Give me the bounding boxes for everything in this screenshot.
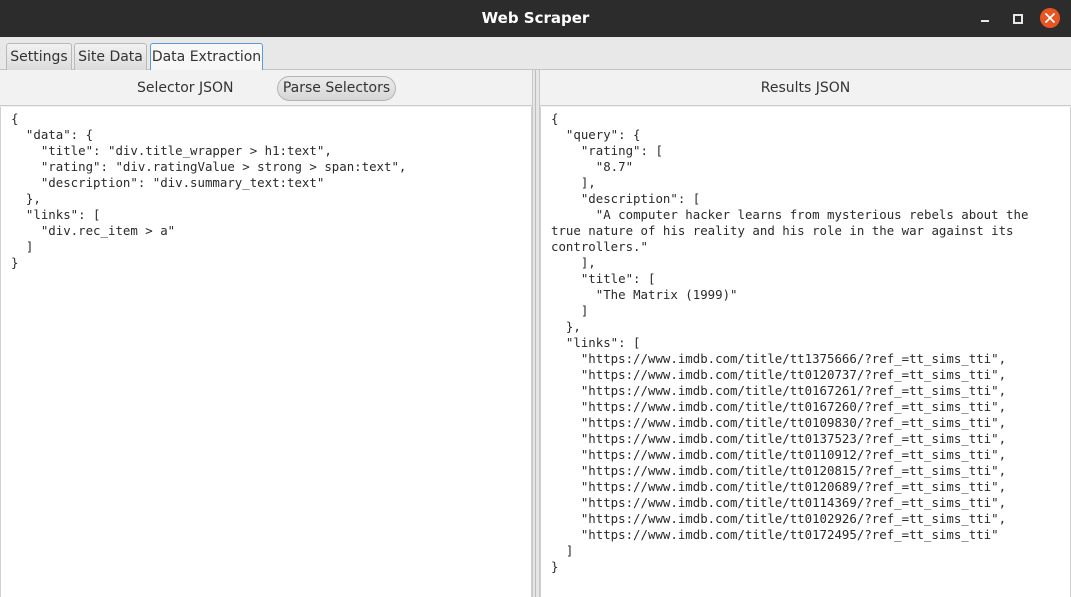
results-json-viewer[interactable]: { "query": { "rating": [ "8.7" ], "descr… (540, 107, 1071, 597)
close-icon[interactable] (1040, 8, 1060, 28)
parse-selectors-button[interactable]: Parse Selectors (277, 76, 396, 101)
split-pane-divider[interactable] (532, 70, 540, 597)
maximize-icon[interactable] (1007, 8, 1027, 28)
minimize-icon[interactable] (975, 8, 995, 28)
results-panel-header: Results JSON (540, 70, 1071, 106)
tab-data-extraction[interactable]: Data Extraction (150, 43, 263, 71)
tab-site-data[interactable]: Site Data (74, 43, 147, 70)
close-x-glyph (1045, 13, 1055, 23)
selector-json-label: Selector JSON (137, 80, 234, 96)
tab-settings[interactable]: Settings (6, 43, 72, 70)
selector-json-editor[interactable]: { "data": { "title": "div.title_wrapper … (0, 107, 532, 597)
window-title: Web Scraper (481, 9, 590, 27)
selector-panel-header: Selector JSON Parse Selectors (0, 70, 532, 106)
results-json-text[interactable]: { "query": { "rating": [ "8.7" ], "descr… (541, 107, 1070, 575)
tab-bar: Settings Site Data Data Extraction (0, 37, 1071, 71)
results-json-label: Results JSON (760, 80, 851, 96)
title-bar[interactable]: Web Scraper (0, 0, 1071, 37)
selector-json-text[interactable]: { "data": { "title": "div.title_wrapper … (1, 107, 531, 271)
